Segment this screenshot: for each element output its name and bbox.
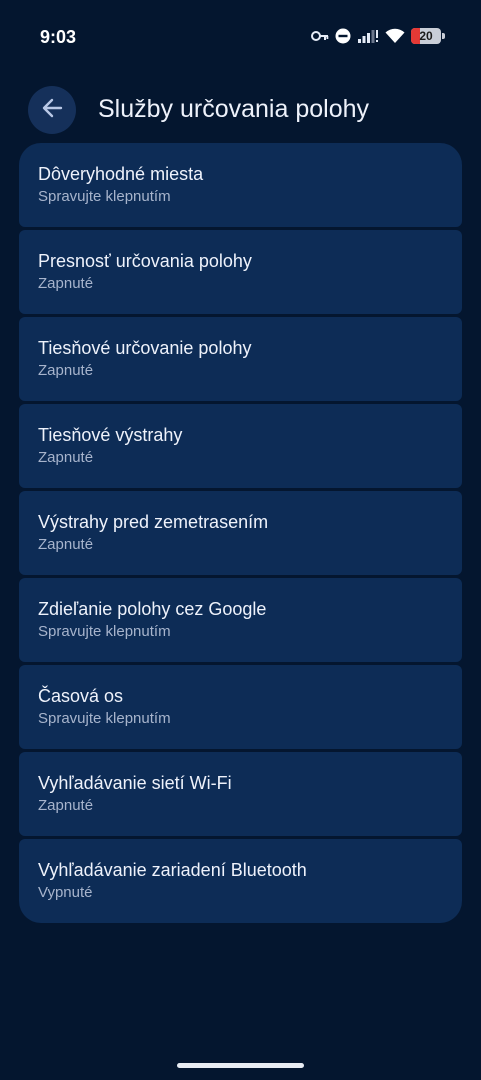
back-button[interactable] [28, 86, 76, 134]
list-item-google-location-sharing[interactable]: Zdieľanie polohy cez Google Spravujte kl… [19, 578, 462, 662]
arrow-left-icon [41, 97, 63, 124]
app-bar: Služby určovania polohy [0, 82, 481, 138]
list-item-title: Vyhľadávanie zariadení Bluetooth [38, 860, 307, 880]
list-item-bluetooth-scanning[interactable]: Vyhľadávanie zariadení Bluetooth Vypnuté [19, 839, 462, 923]
list-item-title: Presnosť určovania polohy [38, 251, 252, 271]
key-icon [311, 30, 329, 42]
list-item-subtitle: Spravujte klepnutím [38, 623, 171, 640]
list-item-emergency-alerts[interactable]: Tiesňové výstrahy Zapnuté [19, 404, 462, 488]
list-item-title: Časová os [38, 686, 124, 706]
home-indicator[interactable] [177, 1063, 304, 1068]
status-time: 9:03 [40, 27, 77, 47]
list-item-subtitle: Spravujte klepnutím [38, 710, 171, 727]
wifi-icon [385, 28, 405, 44]
list-item-subtitle: Vypnuté [38, 884, 93, 901]
list-item-title: Dôveryhodné miesta [38, 164, 204, 184]
list-item-title: Tiesňové určovanie polohy [38, 338, 252, 358]
list-item-trusted-places[interactable]: Dôveryhodné miesta Spravujte klepnutím [19, 143, 462, 227]
status-bar: 9:03 20 [0, 0, 481, 78]
list-item-subtitle: Zapnuté [38, 797, 94, 814]
list-item-subtitle: Zapnuté [38, 536, 94, 553]
list-item-title: Zdieľanie polohy cez Google [38, 599, 267, 619]
battery-level: 20 [419, 29, 433, 43]
list-item-emergency-location[interactable]: Tiesňové určovanie polohy Zapnuté [19, 317, 462, 401]
list-item-earthquake-alerts[interactable]: Výstrahy pred zemetrasením Zapnuté [19, 491, 462, 575]
list-item-title: Tiesňové výstrahy [38, 425, 183, 445]
do-not-disturb-icon [335, 28, 351, 44]
list-item-subtitle: Spravujte klepnutím [38, 188, 171, 205]
status-icons: 20 [311, 28, 445, 44]
list-item-subtitle: Zapnuté [38, 449, 94, 466]
settings-list: Dôveryhodné miesta Spravujte klepnutím P… [19, 143, 462, 923]
list-item-title: Výstrahy pred zemetrasením [38, 512, 269, 532]
list-item-subtitle: Zapnuté [38, 362, 94, 379]
signal-icon [357, 28, 379, 44]
list-item-title: Vyhľadávanie sietí Wi-Fi [38, 773, 232, 793]
list-item-timeline[interactable]: Časová os Spravujte klepnutím [19, 665, 462, 749]
battery-icon: 20 [411, 28, 445, 44]
list-item-wifi-scanning[interactable]: Vyhľadávanie sietí Wi-Fi Zapnuté [19, 752, 462, 836]
list-item-location-accuracy[interactable]: Presnosť určovania polohy Zapnuté [19, 230, 462, 314]
list-item-subtitle: Zapnuté [38, 275, 94, 292]
page-title: Služby určovania polohy [98, 95, 369, 123]
